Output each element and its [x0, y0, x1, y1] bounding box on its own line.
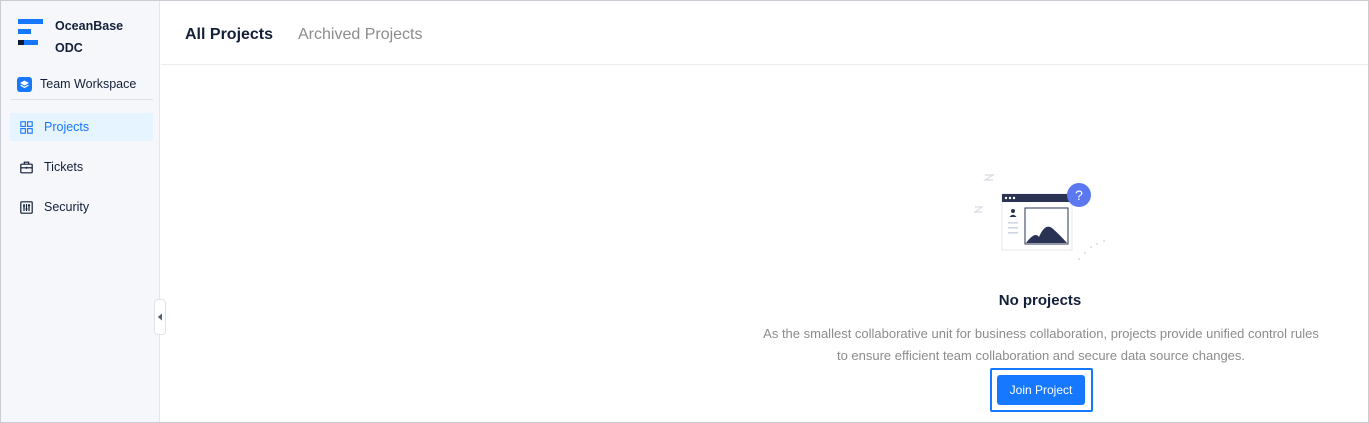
- workspace-switcher[interactable]: Team Workspace: [17, 74, 152, 94]
- sidebar-divider: [11, 99, 153, 100]
- oceanbase-logo-icon: [18, 19, 44, 51]
- grid-icon: [19, 120, 33, 134]
- empty-state-title: No projects: [998, 292, 1082, 309]
- empty-state-description: As the smallest collaborative unit for b…: [721, 323, 1361, 367]
- join-project-button[interactable]: Join Project: [997, 375, 1085, 405]
- briefcase-icon: [19, 160, 33, 174]
- sidebar-item-label: Projects: [44, 120, 90, 134]
- sidebar-collapse-button[interactable]: [154, 299, 166, 335]
- empty-state-description-line1: As the smallest collaborative unit for b…: [763, 326, 1319, 341]
- empty-state: ? No projects As the smallest collaborat…: [161, 1, 1368, 422]
- question-badge-icon: ?: [1075, 187, 1083, 203]
- sidebar: OceanBase ODC Team Workspace Projects Ti…: [1, 1, 160, 422]
- brand[interactable]: OceanBase ODC: [18, 15, 123, 59]
- layers-icon: [17, 76, 32, 92]
- empty-state-description-line2: to ensure efficient team collaboration a…: [836, 348, 1246, 363]
- sidebar-item-projects[interactable]: Projects: [10, 113, 153, 141]
- caret-left-icon: [157, 308, 163, 326]
- sidebar-item-tickets[interactable]: Tickets: [10, 153, 153, 181]
- brand-name-line1: OceanBase: [55, 19, 124, 33]
- sliders-icon: [19, 200, 33, 214]
- empty-projects-illustration: ?: [973, 174, 1105, 260]
- sidebar-item-security[interactable]: Security: [10, 193, 153, 221]
- main-content: All Projects Archived Projects ? No proj…: [161, 1, 1368, 422]
- workspace-label: Team Workspace: [40, 77, 137, 91]
- sidebar-item-label: Tickets: [44, 160, 84, 174]
- brand-name-line2: ODC: [55, 41, 83, 55]
- brand-name: OceanBase ODC: [55, 15, 123, 59]
- sidebar-item-label: Security: [44, 200, 90, 214]
